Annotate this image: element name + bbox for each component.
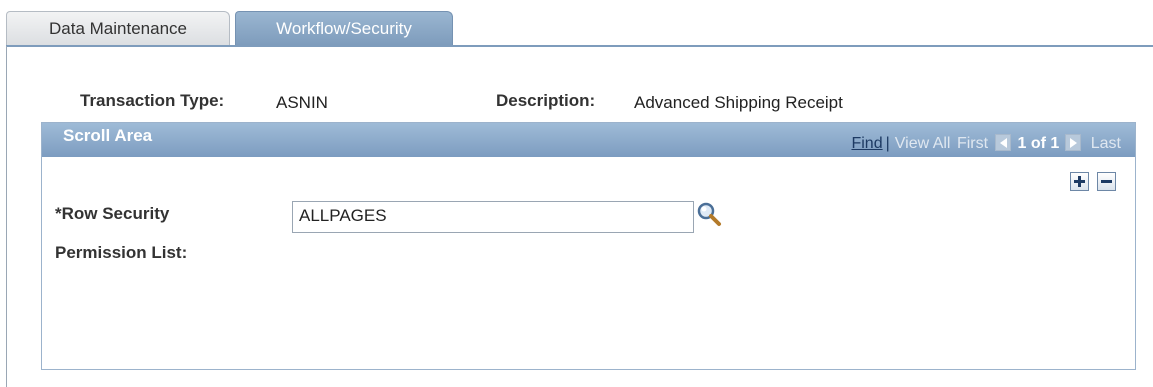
nav-separator: |	[885, 135, 890, 152]
row-security-label: *Row Security	[55, 204, 170, 223]
add-row-icon[interactable]	[1070, 172, 1089, 191]
permission-list-label: Permission List:	[55, 243, 188, 262]
last-label: Last	[1090, 135, 1121, 152]
first-label: First	[956, 135, 989, 152]
tab-data-maintenance[interactable]: Data Maintenance	[6, 11, 230, 45]
first-arrow-icon[interactable]	[994, 134, 1011, 151]
row-security-input[interactable]: ALLPAGES	[292, 201, 694, 233]
view-all-link[interactable]: View All	[895, 135, 951, 152]
scroll-area-header: Scroll Area Find | View All First 1 of 1 L…	[42, 123, 1135, 157]
description-label: Description:	[496, 91, 596, 110]
scroll-navigation: Find | View All First 1 of 1 Last	[849, 134, 1121, 153]
tab-underline	[6, 45, 1153, 47]
scroll-area: Scroll Area Find | View All First 1 of 1 L…	[41, 122, 1136, 370]
description-value: Advanced Shipping Receipt	[634, 93, 843, 112]
next-arrow-icon[interactable]	[1065, 134, 1082, 151]
tab-workflow-security[interactable]: Workflow/Security	[235, 11, 453, 45]
delete-row-icon[interactable]	[1097, 172, 1116, 191]
scroll-area-title: Scroll Area	[63, 126, 153, 145]
lookup-magnifier-icon[interactable]	[696, 201, 722, 227]
row-count: 1 of 1	[1017, 135, 1060, 152]
transaction-type-label: Transaction Type:	[80, 91, 225, 110]
find-link[interactable]: Find	[851, 135, 882, 152]
transaction-type-value: ASNIN	[276, 93, 328, 112]
page-border	[6, 46, 7, 387]
